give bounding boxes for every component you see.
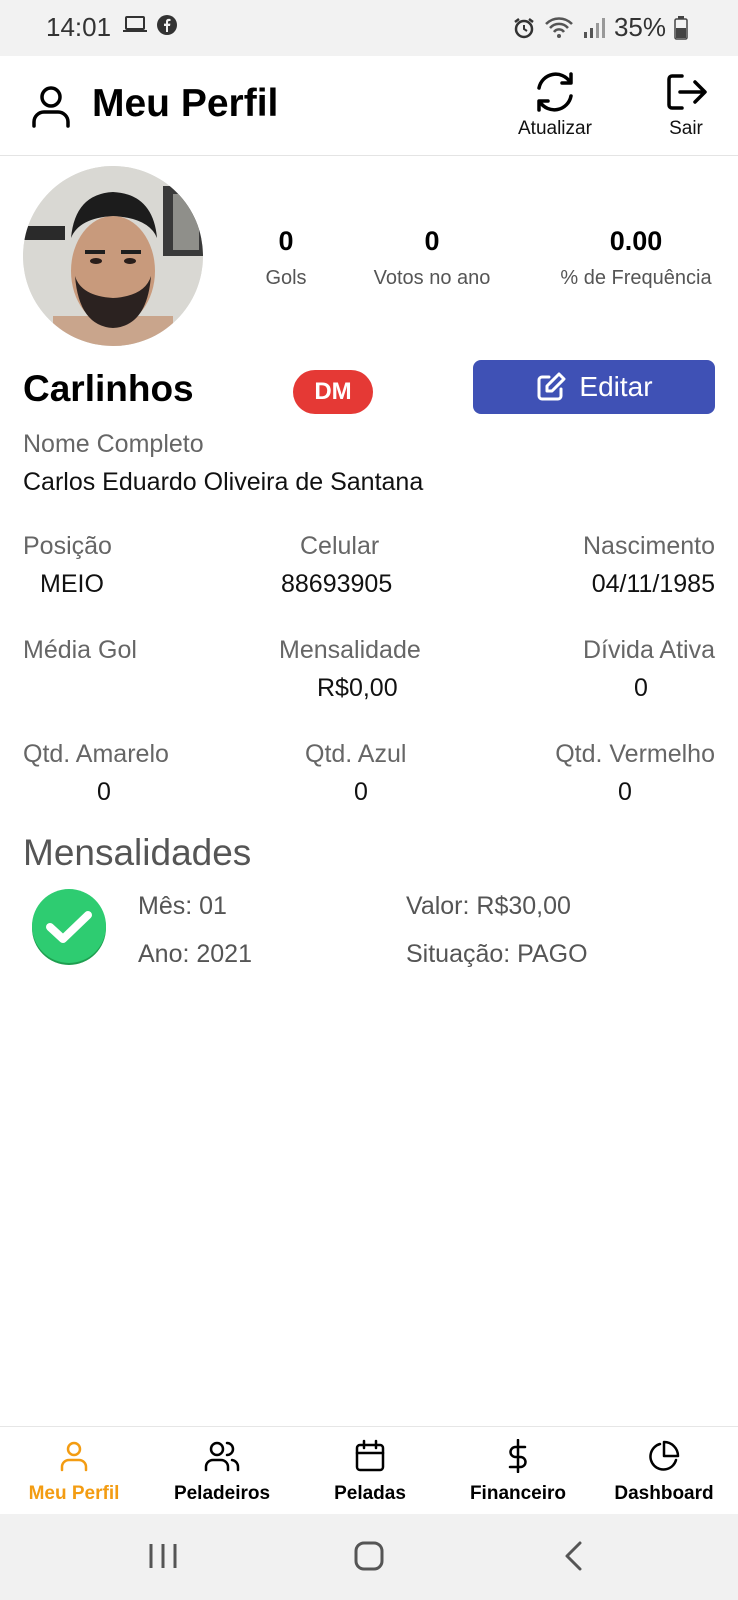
divida-ativa-value: 0	[634, 674, 648, 702]
calendar-icon	[355, 1439, 385, 1472]
mensalidade-ano: Ano: 2021	[138, 940, 252, 968]
avatar	[23, 166, 203, 346]
logout-button[interactable]: Sair	[664, 70, 708, 140]
mensalidade-situacao: Situação: PAGO	[406, 940, 588, 968]
celular-label: Celular	[300, 532, 380, 560]
profile-photo	[23, 166, 203, 346]
stat-gols: 0 Gols	[236, 226, 336, 290]
edit-label: Editar	[579, 371, 653, 402]
stat-frequencia: 0.00 % de Frequência	[546, 226, 726, 290]
posicao-value: MEIO	[40, 570, 104, 598]
signal-icon	[583, 17, 605, 38]
stat-frequencia-value: 0.00	[609, 226, 663, 256]
edit-button[interactable]: Editar	[473, 360, 715, 414]
full-name-value: Carlos Eduardo Oliveira de Santana	[23, 468, 424, 496]
users-icon	[204, 1441, 240, 1472]
refresh-button[interactable]: Atualizar	[518, 70, 592, 140]
nascimento-label: Nascimento	[583, 532, 715, 560]
nav-peladas-label: Peladas	[334, 1483, 406, 1504]
qtd-vermelho-value: 0	[618, 778, 632, 806]
divida-ativa-label: Dívida Ativa	[582, 636, 715, 664]
back-icon[interactable]	[562, 1540, 586, 1572]
nav-financeiro-label: Financeiro	[469, 1483, 567, 1504]
nav-peladeiros[interactable]: Peladeiros	[148, 1439, 296, 1505]
full-name-label: Nome Completo	[23, 430, 204, 458]
nickname: Carlinhos	[23, 368, 194, 409]
qtd-vermelho-label: Qtd. Vermelho	[555, 740, 715, 768]
app-header: Meu Perfil Atualizar Sair	[0, 56, 738, 156]
mensalidade-valor: Valor: R$30,00	[406, 892, 571, 920]
recent-apps-icon[interactable]	[148, 1540, 178, 1572]
status-badge: DM	[293, 370, 373, 414]
user-icon	[32, 86, 70, 128]
status-time: 14:01	[46, 12, 112, 42]
nav-meu-perfil-label: Meu Perfil	[28, 1483, 120, 1504]
wifi-icon	[545, 16, 573, 38]
qtd-azul-label: Qtd. Azul	[305, 740, 407, 768]
stat-frequencia-label: % de Frequência	[560, 267, 712, 289]
media-gol-label: Média Gol	[23, 636, 137, 664]
stat-votos: 0 Votos no ano	[362, 226, 502, 290]
stat-votos-label: Votos no ano	[373, 267, 491, 289]
nascimento-value: 04/11/1985	[591, 570, 715, 598]
nav-peladas[interactable]: Peladas	[296, 1439, 444, 1505]
alarm-icon	[514, 17, 534, 38]
posicao-label: Posição	[23, 532, 112, 560]
facebook-icon	[157, 15, 177, 35]
nav-dashboard-label: Dashboard	[614, 1483, 714, 1504]
stat-votos-value: 0	[424, 226, 440, 256]
battery-percent: 35%	[613, 12, 666, 42]
nav-peladeiros-label: Peladeiros	[173, 1483, 271, 1504]
qtd-azul-value: 0	[354, 778, 368, 806]
mensalidade-value: R$0,00	[317, 674, 398, 702]
logout-icon	[667, 74, 707, 110]
celular-value: 88693905	[281, 570, 393, 598]
paid-check-icon	[32, 889, 106, 965]
mensalidade-mes: Mês: 01	[138, 892, 227, 920]
refresh-icon	[537, 72, 573, 112]
nav-meu-perfil[interactable]: Meu Perfil	[0, 1439, 148, 1505]
refresh-label: Atualizar	[518, 118, 592, 139]
mensalidades-title: Mensalidades	[23, 832, 252, 873]
system-nav-bar	[0, 1514, 738, 1600]
dollar-icon	[508, 1439, 527, 1473]
qtd-amarelo-label: Qtd. Amarelo	[23, 740, 169, 768]
status-bar: 14:01 35%	[0, 0, 738, 56]
nav-financeiro[interactable]: Financeiro	[444, 1439, 592, 1505]
stat-gols-value: 0	[278, 226, 294, 256]
stat-gols-label: Gols	[265, 267, 307, 289]
laptop-icon	[123, 16, 147, 32]
battery-icon	[674, 15, 688, 40]
nav-dashboard[interactable]: Dashboard	[590, 1439, 738, 1505]
pie-chart-icon	[649, 1440, 680, 1471]
bottom-nav: Meu Perfil Peladeiros Peladas Financeiro…	[0, 1426, 738, 1514]
home-icon[interactable]	[353, 1540, 385, 1572]
user-icon	[60, 1441, 88, 1472]
page-title: Meu Perfil	[92, 82, 279, 125]
logout-label: Sair	[669, 118, 703, 139]
mensalidade-label: Mensalidade	[279, 636, 421, 664]
qtd-amarelo-value: 0	[97, 778, 111, 806]
edit-icon	[537, 372, 566, 401]
